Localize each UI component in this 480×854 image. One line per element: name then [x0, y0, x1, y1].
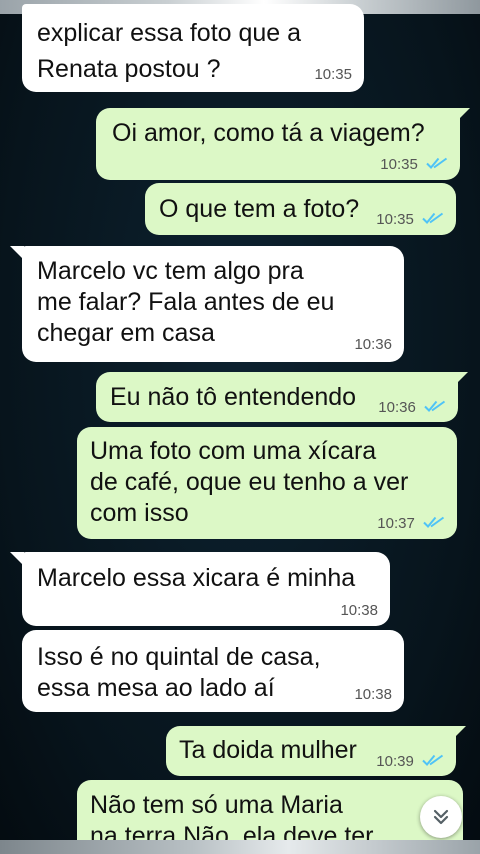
message-text-line: Marcelo vc tem algo pra — [37, 257, 304, 285]
message-outgoing[interactable]: Ta doida mulher 10:39 — [166, 726, 456, 776]
message-text-line: Eu não tô entendendo — [110, 383, 357, 411]
message-time: 10:37 — [377, 515, 415, 532]
double-check-icon — [423, 516, 445, 528]
double-check-icon — [422, 754, 444, 766]
message-time: 10:36 — [378, 399, 416, 416]
chat-background: explicar essa foto que a Renata postou ?… — [0, 0, 480, 854]
message-time: 10:39 — [376, 753, 414, 770]
message-incoming[interactable]: Marcelo vc tem algo pra me falar? Fala a… — [22, 246, 404, 362]
message-text-line: essa mesa ao lado aí — [37, 674, 275, 702]
message-text-line: Não tem só uma Maria — [90, 791, 343, 819]
message-meta: 10:35 — [380, 156, 448, 174]
message-text-line: Renata postou ? — [37, 55, 221, 83]
message-outgoing[interactable]: O que tem a foto? 10:35 — [145, 183, 456, 235]
message-time: 10:35 — [376, 211, 414, 228]
message-text-line: me falar? Fala antes de eu — [37, 288, 335, 316]
message-incoming[interactable]: Isso é no quintal de casa, essa mesa ao … — [22, 630, 404, 712]
chevron-double-down-icon — [433, 809, 449, 825]
message-text-line: explicar essa foto que a — [37, 19, 302, 47]
message-incoming[interactable]: Marcelo essa xicara é minha 10:38 — [22, 552, 390, 626]
message-meta: 10:35 — [376, 211, 444, 229]
message-incoming[interactable]: explicar essa foto que a Renata postou ?… — [22, 4, 364, 92]
message-time: 10:35 — [314, 66, 352, 83]
double-check-icon — [424, 400, 446, 412]
message-time: 10:38 — [340, 602, 378, 619]
message-text-line: O que tem a foto? — [159, 195, 360, 223]
message-text-line: Marcelo essa xicara é minha — [37, 564, 356, 592]
message-text-line: Ta doida mulher — [179, 736, 357, 764]
message-text-line: chegar em casa — [37, 319, 215, 347]
message-text-line: Isso é no quintal de casa, — [37, 643, 321, 671]
message-meta: 10:39 — [376, 753, 444, 771]
message-time: 10:36 — [354, 336, 392, 353]
message-text-line: de café, oque eu tenho a ver — [90, 468, 409, 496]
scroll-to-bottom-button[interactable] — [420, 796, 462, 838]
message-text-line: com isso — [90, 499, 189, 527]
message-outgoing[interactable]: Uma foto com uma xícara de café, oque eu… — [77, 427, 457, 539]
message-text-line: Uma foto com uma xícara — [90, 437, 377, 465]
message-outgoing[interactable]: Oi amor, como tá a viagem? 10:35 — [96, 108, 460, 180]
message-meta: 10:37 — [377, 515, 445, 533]
message-time: 10:38 — [354, 686, 392, 703]
bottom-edge — [0, 840, 480, 854]
message-meta: 10:36 — [378, 399, 446, 417]
message-time: 10:35 — [380, 156, 418, 173]
message-text-line: Oi amor, como tá a viagem? — [112, 119, 425, 147]
double-check-icon — [422, 212, 444, 224]
message-outgoing[interactable]: Eu não tô entendendo 10:36 — [96, 372, 458, 422]
double-check-icon — [426, 157, 448, 169]
